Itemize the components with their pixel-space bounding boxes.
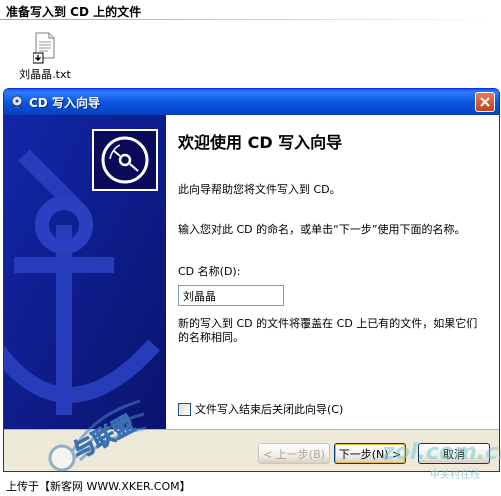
cd-name-label: CD 名称(D):: [178, 265, 241, 278]
wizard-heading: 欢迎使用 CD 写入向导: [178, 133, 343, 152]
back-button[interactable]: < 上一步(B): [258, 443, 330, 464]
wizard-body: 欢迎使用 CD 写入向导 此向导帮助您将文件写入到 CD。 输入您对此 CD 的…: [4, 115, 499, 429]
close-wizard-checkbox-row[interactable]: 文件写入结束后关闭此向导(C): [178, 401, 343, 417]
overwrite-warning: 新的写入到 CD 的文件将覆盖在 CD 上已有的文件，如果它们的名称相同。: [178, 317, 478, 344]
file-item[interactable]: 刘晶晶.txt: [10, 32, 80, 82]
close-wizard-checkbox-label: 文件写入结束后关闭此向导(C): [195, 403, 344, 416]
close-wizard-checkbox[interactable]: [178, 402, 191, 416]
explorer-folder-header: 准备写入到 CD 上的文件: [0, 0, 501, 20]
cd-icon: [92, 129, 158, 191]
wizard-content: 欢迎使用 CD 写入向导 此向导帮助您将文件写入到 CD。 输入您对此 CD 的…: [176, 115, 494, 429]
screenshot: 准备写入到 CD 上的文件 刘晶晶.txt CD 写入向导 欢迎使用 CD 写入…: [0, 0, 501, 496]
upload-caption: 上传于【新客网 WWW.XKER.COM】: [0, 474, 501, 496]
watermark-right-text: zol.com.cn: [382, 440, 501, 465]
close-button[interactable]: [475, 92, 495, 112]
cd-wizard-icon: [9, 94, 25, 110]
title-bar[interactable]: CD 写入向导: [4, 89, 499, 115]
cd-name-input[interactable]: [178, 285, 284, 306]
wizard-instruction: 输入您对此 CD 的命名，或单击“下一步”使用下面的名称。: [178, 223, 466, 236]
watermark-right-subtext: 中关村在线: [430, 470, 480, 481]
text-file-icon: [32, 32, 57, 64]
close-icon: [480, 97, 490, 107]
wizard-banner: [4, 115, 166, 429]
window-title: CD 写入向导: [29, 95, 100, 110]
file-name: 刘晶晶.txt: [19, 68, 71, 81]
wizard-intro: 此向导帮助您将文件写入到 CD。: [178, 183, 341, 196]
